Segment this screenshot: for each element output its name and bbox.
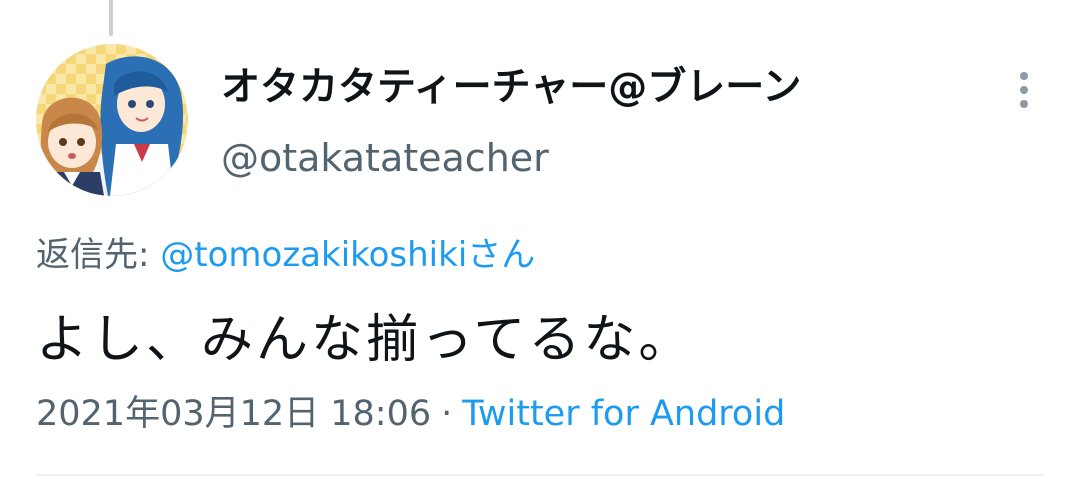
author-display-name[interactable]: オタカタティーチャー@ブレーン [221,62,801,114]
tweet-meta: 2021年03月12日 18:06 · Twitter for Android [36,391,785,437]
reply-mention-link[interactable]: @tomozakikoshikiさん [160,235,535,275]
author-handle[interactable]: @otakatateacher [221,134,549,182]
tweet-source-link[interactable]: Twitter for Android [462,394,785,434]
meta-separator: · [441,394,453,434]
tweet-text: よし、みんな揃ってるな。 [36,310,694,370]
thread-connector-line [109,0,113,36]
more-options-button[interactable] [1002,66,1046,114]
avatar[interactable] [36,44,188,196]
reply-prefix: 返信先: [36,235,161,275]
vertical-ellipsis-icon [1020,72,1028,108]
avatar-illustration [36,44,188,196]
divider [36,474,1044,476]
reply-context: 返信先: @tomozakikoshikiさん [36,232,535,278]
tweet-timestamp[interactable]: 2021年03月12日 18:06 [36,394,431,434]
